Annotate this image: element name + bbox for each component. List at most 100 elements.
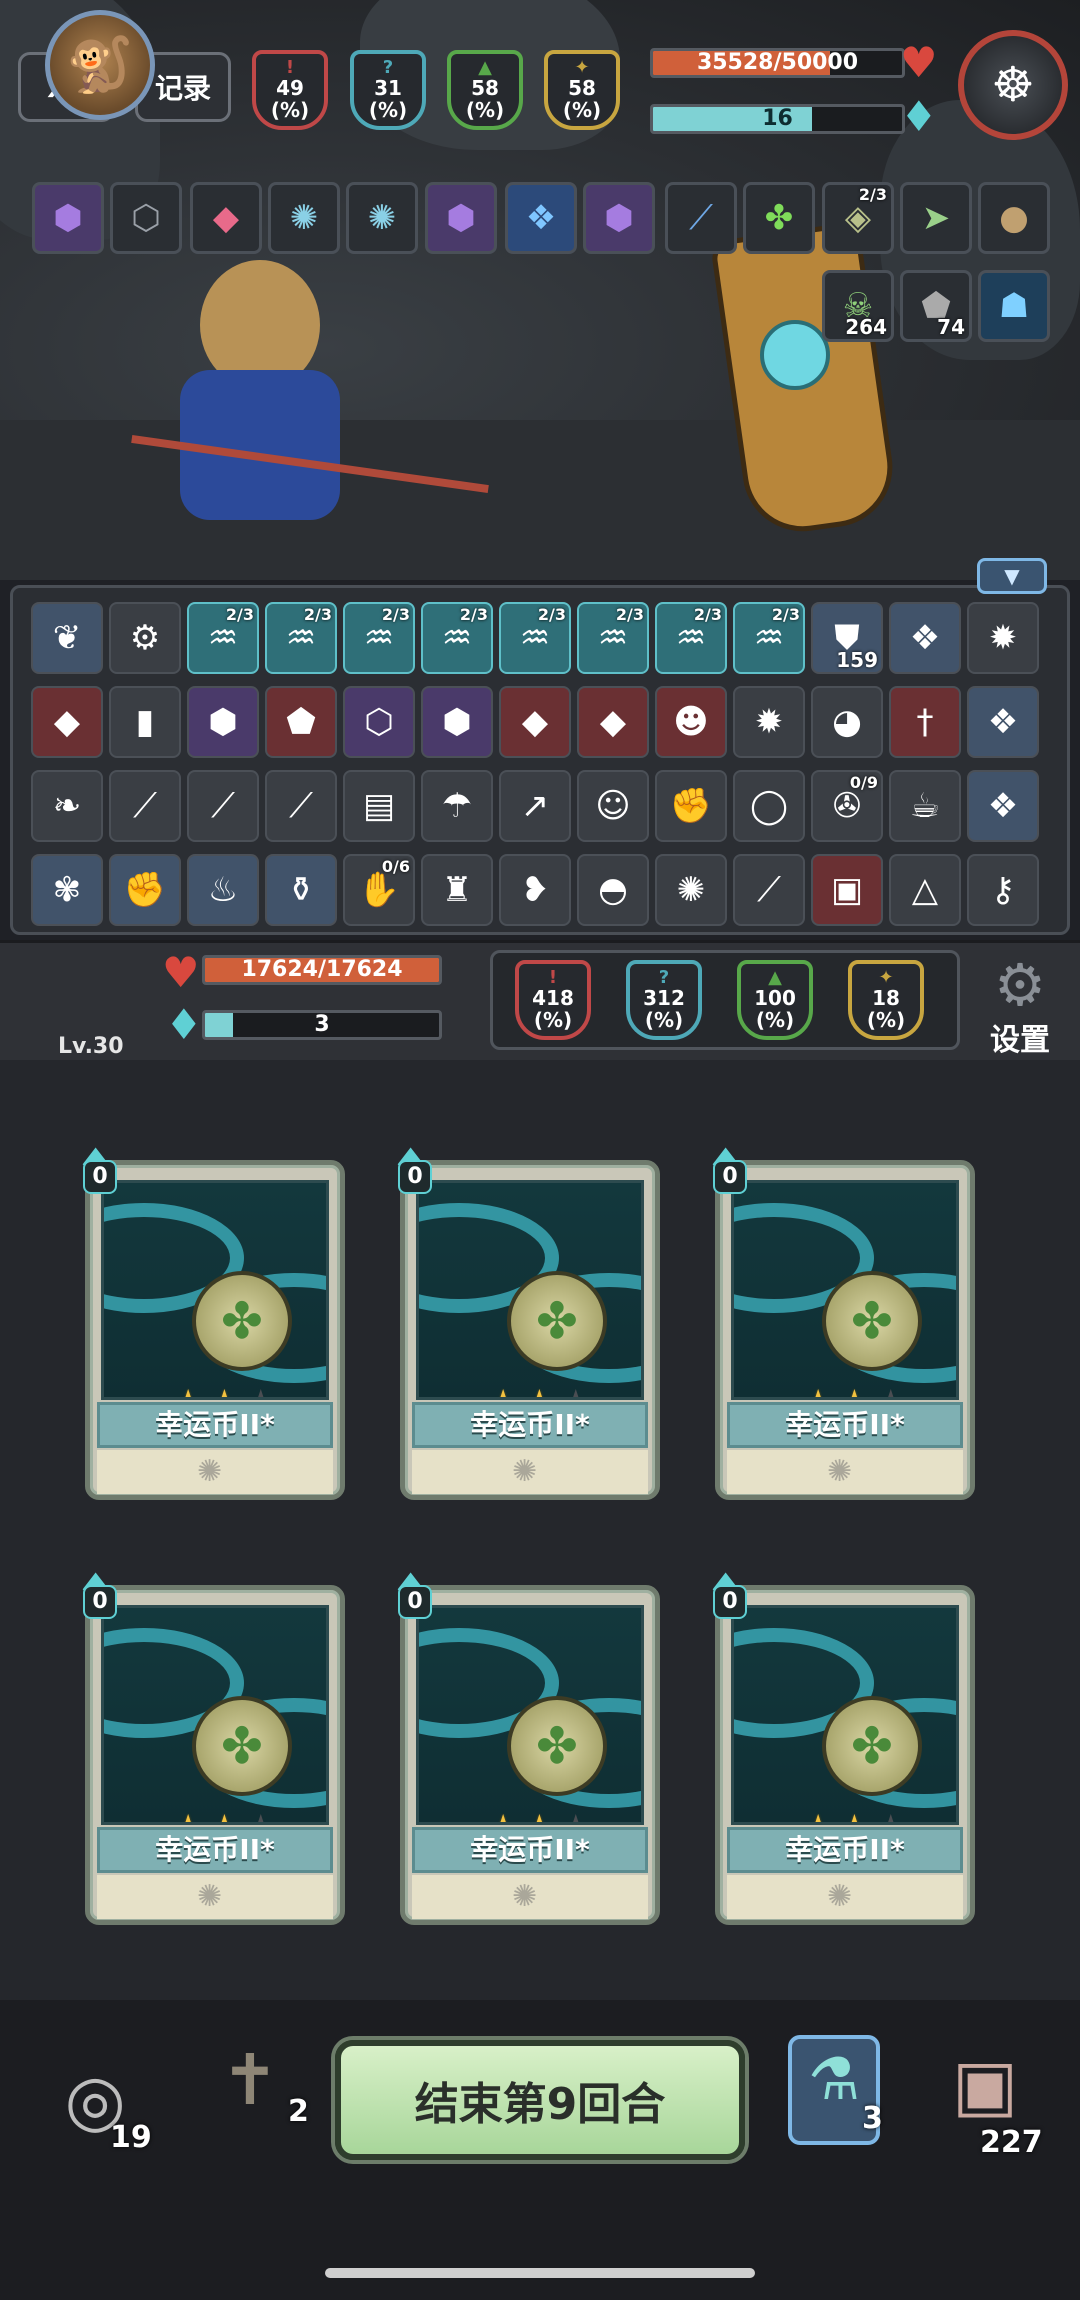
hand-card[interactable]: ✤ ★ ★ ★ 幸运币II* ✺ ♦ 0 [390, 1140, 660, 1505]
end-turn-button[interactable]: 结束第9回合 [335, 2040, 745, 2160]
relic-slot[interactable]: ✋ 0/6 [343, 854, 415, 926]
graveyard-pile[interactable]: ✝ 2 [190, 2040, 310, 2150]
lucky-coin-icon: ✤ [507, 1271, 607, 1371]
relic-slot[interactable]: ♒ 2/3 [577, 602, 649, 674]
relic-slot[interactable]: ♒ 2/3 [421, 602, 493, 674]
pepper-icon: ❥ [520, 870, 550, 910]
relic-slot[interactable]: ❥ [499, 854, 571, 926]
relic-slot[interactable]: ⚱ [265, 854, 337, 926]
relic-slot[interactable]: ⛊ 159 [811, 602, 883, 674]
relic-slot[interactable]: ❖ [889, 602, 961, 674]
relic-slot[interactable]: ◯ [733, 770, 805, 842]
ring-icon: ◯ [749, 786, 789, 826]
discard-count: 19 [110, 2120, 152, 2155]
settings-button[interactable]: ⚙ 设置 [975, 955, 1065, 1059]
enemy-buff-skull[interactable]: ☠ 264 [822, 270, 894, 342]
relic-slot[interactable]: △ [889, 854, 961, 926]
relic-slot[interactable]: ❖ [967, 770, 1039, 842]
relic-slot[interactable]: ✹ [733, 686, 805, 758]
relic-slot[interactable]: ❧ [31, 770, 103, 842]
player-buff-swirl[interactable]: ✺ [346, 182, 418, 254]
hand-card[interactable]: ✤ ★ ★ ★ 幸运币II* ✺ ♦ 0 [705, 1140, 975, 1505]
relic-slot[interactable]: ▤ [343, 770, 415, 842]
relic-slot[interactable]: ✊ [655, 770, 727, 842]
relic-panel: ▼ ❦ ⚙ ♒ 2/3 ♒ 2/3 ♒ 2/3 ♒ 2/3 ♒ 2/3 ♒ 2/3 ♒ 2/3 ♒ 2/3 ⛊ 159… [10, 558, 1070, 935]
relic-slot[interactable]: ↗ [499, 770, 571, 842]
relic-slot[interactable]: ❦ [31, 602, 103, 674]
hand-card[interactable]: ✤ ★ ★ ★ 幸运币II* ✺ ♦ 0 [705, 1565, 975, 1930]
collapse-relics-button[interactable]: ▼ [977, 558, 1047, 594]
player-buff-ruby-gem[interactable]: ◆ [190, 182, 262, 254]
stat-value: 58 [471, 76, 499, 100]
relic-slot[interactable]: ◆ [577, 686, 649, 758]
relic-slot[interactable]: ⬟ [265, 686, 337, 758]
sun-badge-icon: ✺ [197, 1454, 223, 1489]
card-cost-value: 0 [398, 1160, 432, 1194]
relic-slot[interactable]: ⟋ [109, 770, 181, 842]
relic-slot[interactable]: ◆ [31, 686, 103, 758]
relic-slot[interactable]: ♒ 2/3 [265, 602, 337, 674]
card-box-icon: ▣ [830, 870, 864, 910]
player-buff-purple-gem[interactable]: ⬢ [583, 182, 655, 254]
relic-slot[interactable]: ⟋ [733, 854, 805, 926]
relic-slot[interactable]: ◕ [811, 686, 883, 758]
card-cost: ♦ 0 [75, 1565, 125, 1625]
hand-card[interactable]: ✤ ★ ★ ★ 幸运币II* ✺ ♦ 0 [75, 1565, 345, 1930]
purple-gem-icon: ⬢ [53, 198, 83, 238]
relic-slot[interactable]: ♜ [421, 854, 493, 926]
potion-count: 3 [862, 2101, 883, 2136]
enemy-buff-crystal[interactable]: ◈ 2/3 [822, 182, 894, 254]
relic-slot[interactable]: ☕ [889, 770, 961, 842]
relic-slot[interactable]: ⬡ [343, 686, 415, 758]
discard-pile[interactable]: ◎ 19 [40, 2060, 152, 2170]
hand-card[interactable]: ✤ ★ ★ ★ 幸运币II* ✺ ♦ 0 [390, 1565, 660, 1930]
player-buff-dark-gem[interactable]: ⬡ [110, 182, 182, 254]
crystal-icon: ◈ [844, 198, 872, 238]
relic-slot[interactable]: ✇ 0/9 [811, 770, 883, 842]
enemy-buff-arrow[interactable]: ➤ [900, 182, 972, 254]
relic-slot[interactable]: ♒ 2/3 [655, 602, 727, 674]
player-buff-purple-gem[interactable]: ⬢ [32, 182, 104, 254]
enemy-buff-rock[interactable]: ⬟ 74 [900, 270, 972, 342]
enemy-buff-shadow[interactable]: ☗ [978, 270, 1050, 342]
relic-slot[interactable]: ▮ [109, 686, 181, 758]
relic-slot[interactable]: ♒ 2/3 [499, 602, 571, 674]
relic-slot[interactable]: ⬢ [421, 686, 493, 758]
home-indicator[interactable] [325, 2268, 755, 2278]
relic-slot[interactable]: ♒ 2/3 [733, 602, 805, 674]
relic-slot[interactable]: ♨ [187, 854, 259, 926]
rune-icon: ♒ [207, 618, 239, 658]
relic-slot[interactable]: ⟋ [265, 770, 337, 842]
player-avatar[interactable]: 🐒 [45, 10, 155, 120]
relic-slot[interactable]: ⬢ [187, 686, 259, 758]
relic-slot[interactable]: ♒ 2/3 [187, 602, 259, 674]
relic-slot[interactable]: ✹ [967, 602, 1039, 674]
enemy-buff-poison[interactable]: ✤ [743, 182, 815, 254]
relic-slot[interactable]: ☺ [577, 770, 649, 842]
relic-slot[interactable]: ⚷ [967, 854, 1039, 926]
enemy-buff-orb[interactable]: ● [978, 182, 1050, 254]
relic-slot[interactable]: ❖ [967, 686, 1039, 758]
relic-slot[interactable]: ◓ [577, 854, 649, 926]
enemy-portrait[interactable]: ☸ [958, 30, 1068, 140]
enemy-buff-blade[interactable]: ⟋ [665, 182, 737, 254]
relic-slot[interactable]: ✺ [655, 854, 727, 926]
relic-slot[interactable]: ☻ [655, 686, 727, 758]
relic-slot[interactable]: ✊ [109, 854, 181, 926]
player-buff-purple-gem[interactable]: ⬢ [425, 182, 497, 254]
relic-slot[interactable]: ⚙ [109, 602, 181, 674]
relic-slot[interactable]: ✾ [31, 854, 103, 926]
relic-slot[interactable]: ⟋ [187, 770, 259, 842]
relic-slot[interactable]: ☂ [421, 770, 493, 842]
relic-slot[interactable]: ▣ [811, 854, 883, 926]
arrow-icon: ➤ [921, 198, 951, 238]
poison-icon: ✤ [764, 198, 794, 238]
relic-slot[interactable]: † [889, 686, 961, 758]
relic-slot[interactable]: ♒ 2/3 [343, 602, 415, 674]
player-buff-swirl[interactable]: ✺ [268, 182, 340, 254]
draw-pile[interactable]: ▣ 227 [920, 2045, 1050, 2165]
potion-button[interactable]: ⚗ 3 [788, 2035, 883, 2145]
hand-card[interactable]: ✤ ★ ★ ★ 幸运币II* ✺ ♦ 0 [75, 1140, 345, 1505]
player-buff-ice-crystal[interactable]: ❖ [505, 182, 577, 254]
relic-slot[interactable]: ◆ [499, 686, 571, 758]
